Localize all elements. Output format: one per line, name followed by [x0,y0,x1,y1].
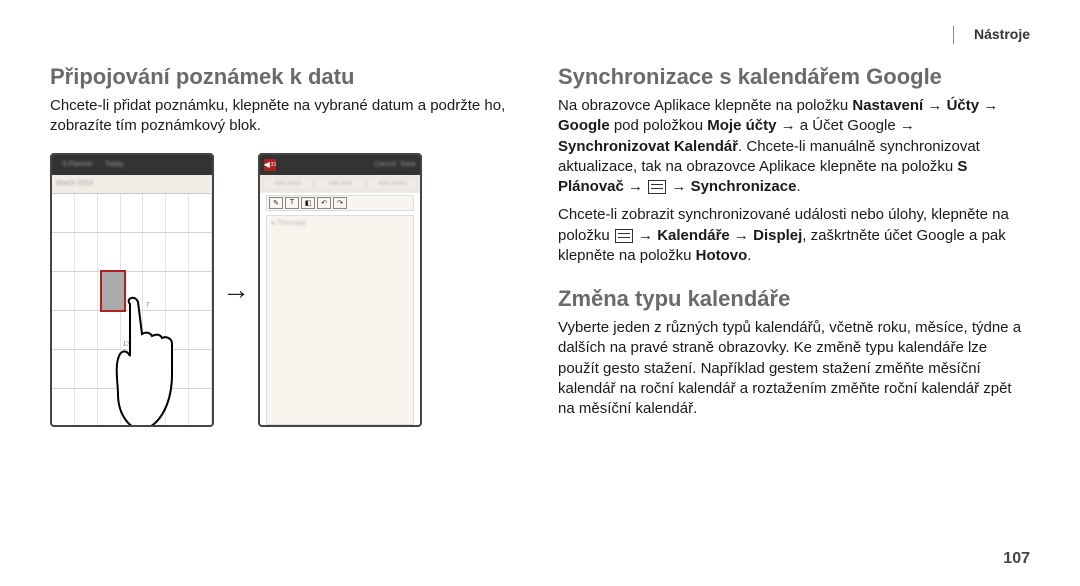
para-change-type: Vyberte jeden z různých typů kalendářů, … [558,318,1030,419]
memo-day-label: ● Thursday [271,220,306,227]
para-sync-1: Na obrazovce Aplikace klepněte na položk… [558,96,1030,197]
para-attach-notes: Chcete-li přidat poznámku, klepněte na v… [50,96,522,137]
today-button: Today [105,161,124,168]
heading-sync-google: Synchronizace s kalendářem Google [558,64,1030,90]
redo-icon: ↷ [333,197,347,209]
arrow-icon: → [222,274,250,306]
heading-attach-notes: Připojování poznámek k datu [50,64,522,90]
page-number: 107 [1003,550,1030,568]
app-title: S Planner [62,161,93,168]
tab-add-event: Add event [262,177,313,191]
pen-icon: ✎ [269,197,283,209]
section-header: Nástroje [974,26,1030,42]
undo-icon: ↶ [317,197,331,209]
para-sync-2: Chcete-li zobrazit synchronizované událo… [558,205,1030,266]
menu-icon [615,229,633,243]
month-label: March 2014 [56,180,93,187]
cancel-button: Cancel [374,161,396,168]
eraser-icon: ◧ [301,197,315,209]
text-icon: T [285,197,299,209]
figure-calendar-touch: S Planner Today March 2014 6 7 [50,153,214,427]
save-button: Save [400,161,416,168]
menu-icon [648,180,666,194]
right-column: Synchronizace s kalendářem Google Na obr… [558,16,1030,427]
left-column: Připojování poznámek k datu Chcete-li př… [50,16,522,427]
figure-add-memo: ◀31 Cancel Save Add event Add task Add m… [258,153,422,427]
heading-change-type: Změna typu kalendáře [558,286,1030,312]
tab-add-memo: Add memo [367,177,418,191]
back-icon: ◀31 [264,159,276,171]
tab-add-task: Add task [315,177,366,191]
finger-icon [110,294,210,427]
